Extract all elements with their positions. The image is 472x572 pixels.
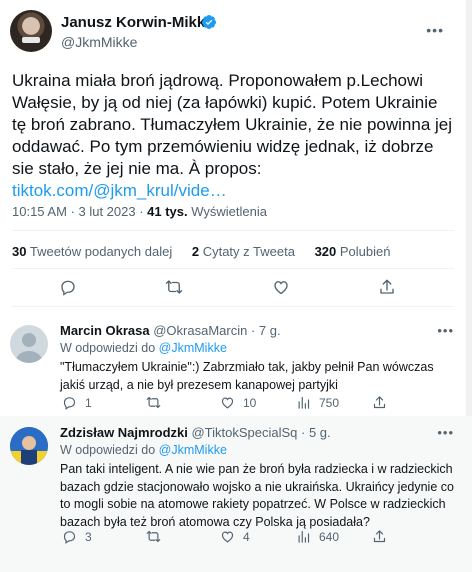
reply-header: Zdzisław Najmrodzki @TiktokSpecialSq · 5… (60, 425, 331, 440)
views-icon[interactable] (296, 395, 311, 410)
views-action[interactable]: 640 (296, 529, 339, 544)
like-count: 10 (243, 395, 257, 410)
retweet-action[interactable] (146, 529, 169, 544)
views-count: 41 tys. (147, 204, 188, 219)
avatar[interactable] (10, 10, 52, 52)
reply-icon[interactable] (62, 395, 77, 410)
reply-text: "Tłumaczyłem Ukrainie":) Zabrzmiało tak,… (60, 360, 434, 392)
divider (12, 268, 454, 269)
author-handle[interactable]: @JkmMikke (61, 34, 137, 50)
tweet-link[interactable]: tiktok.com/@jkm_krul/vide… (12, 181, 227, 200)
like-icon[interactable] (220, 529, 235, 544)
avatar[interactable] (10, 427, 48, 465)
reply-text: Pan taki inteligent. A nie wie pan że br… (60, 462, 454, 529)
share-action[interactable] (372, 529, 387, 544)
reply-tweet[interactable]: Zdzisław Najmrodzki @TiktokSpecialSq · 5… (10, 425, 460, 565)
share-icon[interactable] (372, 395, 387, 410)
reply-icon[interactable] (62, 529, 77, 544)
views-action[interactable]: 750 (296, 395, 339, 410)
more-icon[interactable]: ••• (437, 425, 454, 440)
author-name[interactable]: Janusz Korwin-Mikke (61, 14, 214, 31)
reply-handle-time[interactable]: @TiktokSpecialSq · 5 g. (188, 425, 330, 440)
likes-stat[interactable]: 320 Polubień (315, 244, 391, 259)
reply-actions: 1 10 750 (60, 395, 440, 415)
views-icon[interactable] (296, 529, 311, 544)
retweet-icon[interactable] (146, 529, 161, 544)
reply-actions: 3 4 640 (60, 529, 440, 549)
reply-to-handle[interactable]: @JkmMikke (159, 341, 227, 355)
reply-handle-time[interactable]: @OkrasaMarcin · 7 g. (150, 323, 280, 338)
views-count: 750 (319, 395, 340, 410)
reply-author-name[interactable]: Marcin Okrasa (60, 323, 150, 338)
views-count: 640 (319, 529, 340, 544)
retweet-icon[interactable] (146, 395, 161, 410)
reply-tweet[interactable]: Marcin Okrasa @OkrasaMarcin · 7 g. ••• W… (10, 323, 460, 415)
divider (12, 230, 454, 231)
reply-header: Marcin Okrasa @OkrasaMarcin · 7 g. (60, 323, 281, 338)
reply-action[interactable]: 1 (62, 395, 92, 410)
reply-count: 1 (85, 395, 92, 410)
tweet-text: Ukraina miała broń jądrową. Proponowałem… (12, 70, 456, 202)
tweet-time[interactable]: 10:15 AM · 3 lut 2023 · (12, 204, 147, 219)
tweet-actions (0, 270, 460, 304)
share-action[interactable] (372, 395, 387, 410)
retweets-stat[interactable]: 30 Tweetów podanych dalej (12, 244, 172, 259)
reply-to: W odpowiedzi do @JkmMikke (60, 341, 227, 355)
divider (12, 306, 454, 307)
retweet-icon[interactable] (165, 278, 183, 296)
reply-author-name[interactable]: Zdzisław Najmrodzki (60, 425, 188, 440)
author-row: Janusz Korwin-Mikke @JkmMikke ••• (10, 10, 450, 54)
verified-icon (201, 15, 216, 29)
reply-to: W odpowiedzi do @JkmMikke (60, 443, 227, 457)
like-action[interactable]: 4 (220, 529, 250, 544)
reply-icon[interactable] (59, 278, 77, 296)
tweet-stats: 30 Tweetów podanych dalej 2 Cytaty z Twe… (12, 244, 406, 259)
like-icon[interactable] (220, 395, 235, 410)
tweet-body: Ukraina miała broń jądrową. Proponowałem… (12, 71, 453, 178)
like-count: 4 (243, 529, 250, 544)
more-icon[interactable]: ••• (437, 323, 454, 338)
like-action[interactable]: 10 (220, 395, 256, 410)
retweet-action[interactable] (146, 395, 169, 410)
more-icon[interactable]: ••• (426, 22, 444, 38)
reply-to-handle[interactable]: @JkmMikke (159, 443, 227, 457)
share-icon[interactable] (378, 278, 396, 296)
reply-count: 3 (85, 529, 92, 544)
like-icon[interactable] (272, 278, 290, 296)
quotes-stat[interactable]: 2 Cytaty z Tweeta (192, 244, 295, 259)
avatar[interactable] (10, 325, 48, 363)
share-icon[interactable] (372, 529, 387, 544)
views-label: Wyświetlenia (187, 204, 267, 219)
reply-action[interactable]: 3 (62, 529, 92, 544)
tweet-meta: 10:15 AM · 3 lut 2023 · 41 tys. Wyświetl… (12, 204, 267, 219)
